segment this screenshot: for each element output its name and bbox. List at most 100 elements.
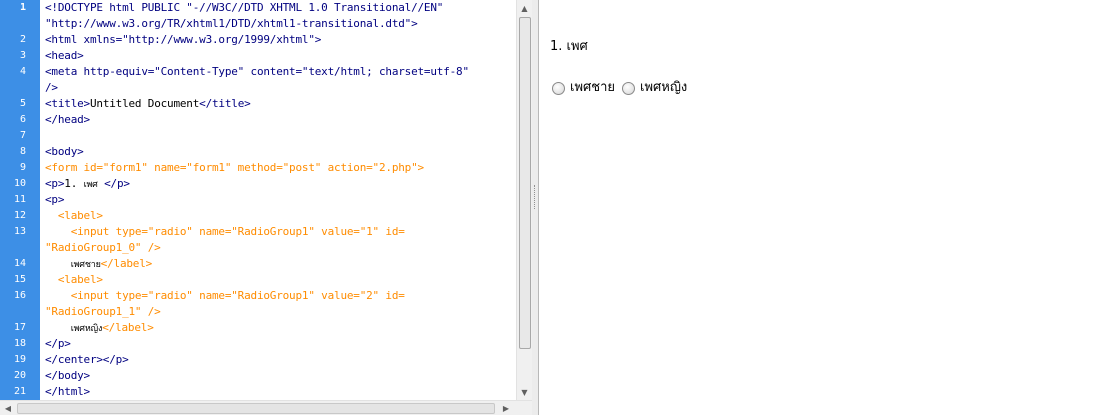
line-number: 10 (13, 178, 26, 189)
code-token: <label> (45, 209, 103, 222)
code-token: <head> (45, 49, 84, 62)
code-text: <input type="radio" name="RadioGroup1" v… (45, 288, 405, 304)
code-text: </p> (45, 336, 71, 352)
code-token: เพศ (83, 180, 98, 190)
line-number: 19 (13, 354, 26, 365)
code-token: <!DOCTYPE html PUBLIC "-//W3C//DTD XHTML… (45, 1, 444, 14)
code-line[interactable]: 6 </head> (0, 112, 516, 128)
code-token: <p> (45, 193, 65, 206)
code-token: </center></p> (45, 353, 129, 366)
code-line[interactable]: 11 <p> (0, 192, 516, 208)
code-line[interactable]: "RadioGroup1_0" /> (0, 240, 516, 256)
code-line[interactable]: 16 <input type="radio" name="RadioGroup1… (0, 288, 516, 304)
code-line[interactable]: 1 <!DOCTYPE html PUBLIC "-//W3C//DTD XHTM… (0, 0, 516, 16)
code-token: <label> (45, 273, 103, 286)
code-token: <html xmlns="http://www.w3.org/1999/xhtm… (45, 33, 322, 46)
arrow-down-icon[interactable]: ▼ (517, 384, 532, 400)
line-number: 5 (19, 98, 26, 109)
code-line[interactable]: 9 <form id="form1" name="form1" method="p… (0, 160, 516, 176)
code-text: <body> (45, 144, 84, 160)
code-token: "RadioGroup1_1" /> (45, 305, 161, 318)
line-number: 14 (13, 258, 26, 269)
code-line[interactable]: 21 </html> (0, 384, 516, 400)
code-view[interactable]: 1 <!DOCTYPE html PUBLIC "-//W3C//DTD XHTM… (0, 0, 532, 415)
radio-group: เพศชาย เพศหญิง (552, 79, 694, 97)
code-token: <title> (45, 97, 90, 110)
code-text: เพศชาย</label> (45, 256, 153, 273)
code-line[interactable]: 14 เพศชาย</label> (0, 256, 516, 272)
code-text: <p>1. เพศ </p> (45, 176, 130, 193)
code-line[interactable]: 10 <p>1. เพศ </p> (0, 176, 516, 192)
code-token: </head> (45, 113, 90, 126)
code-text: <form id="form1" name="form1" method="po… (45, 160, 424, 176)
code-line[interactable]: 12 <label> (0, 208, 516, 224)
code-token: </body> (45, 369, 90, 382)
code-line[interactable]: /> (0, 80, 516, 96)
line-number: 7 (19, 130, 26, 141)
splitter-grip[interactable] (534, 185, 537, 209)
code-line[interactable]: 8 <body> (0, 144, 516, 160)
horizontal-scroll-thumb[interactable] (17, 403, 495, 414)
code-text: </html> (45, 384, 90, 400)
code-line[interactable]: 19 </center></p> (0, 352, 516, 368)
line-number: 3 (19, 50, 26, 61)
code-line[interactable]: 2 <html xmlns="http://www.w3.org/1999/xht… (0, 32, 516, 48)
code-token: เพศชาย (70, 260, 101, 270)
code-text: "http://www.w3.org/TR/xhtml1/DTD/xhtml1-… (45, 16, 418, 32)
line-number: 9 (19, 162, 26, 173)
code-token: </title> (199, 97, 251, 110)
arrow-right-icon[interactable]: ▶ (498, 401, 514, 415)
radio-female[interactable] (622, 81, 636, 95)
line-number: 8 (19, 146, 26, 157)
line-number: 11 (13, 194, 26, 205)
line-number: 16 (13, 290, 26, 301)
code-token: </label> (100, 257, 153, 270)
code-token: <form id="form1" name="form1" method="po… (45, 161, 424, 174)
pane-splitter[interactable] (532, 0, 539, 415)
question-title: 1. เพศ (550, 39, 588, 54)
line-number: 21 (13, 386, 26, 397)
arrow-up-icon[interactable]: ▲ (517, 0, 532, 16)
code-text: </body> (45, 368, 90, 384)
code-line[interactable]: 3 <head> (0, 48, 516, 64)
code-text: <!DOCTYPE html PUBLIC "-//W3C//DTD XHTML… (45, 0, 443, 16)
code-token: </p> (45, 337, 71, 350)
code-line[interactable]: 18 </p> (0, 336, 516, 352)
vertical-scroll-thumb[interactable] (519, 17, 531, 349)
code-line[interactable]: 5 <title>Untitled Document</title> (0, 96, 516, 112)
code-line[interactable]: 15 <label> (0, 272, 516, 288)
code-token: </label> (102, 321, 154, 334)
code-line[interactable]: 4 <meta http-equiv="Content-Type" content… (0, 64, 516, 80)
line-number: 4 (19, 66, 26, 77)
code-token: <p> (45, 177, 65, 190)
line-number: 12 (13, 210, 26, 221)
code-token: "http://www.w3.org/TR/xhtml1/DTD/xhtml1-… (45, 17, 418, 30)
code-token: </p> (97, 177, 130, 190)
code-token: <input type="radio" name="RadioGroup1" v… (45, 289, 405, 302)
code-text: <label> (45, 272, 103, 288)
code-text: <label> (45, 208, 103, 224)
code-line[interactable]: 20 </body> (0, 368, 516, 384)
code-token: <body> (45, 145, 84, 158)
code-token: /> (45, 81, 58, 94)
code-token: Untitled Document (89, 97, 200, 110)
radio-male-label[interactable]: เพศชาย (570, 79, 615, 97)
horizontal-scrollbar[interactable]: ◀ ▶ (0, 400, 532, 415)
radio-female-label[interactable]: เพศหญิง (640, 79, 687, 97)
line-number: 15 (13, 274, 26, 285)
vertical-scrollbar[interactable]: ▲ ▼ (516, 0, 532, 400)
code-token: เพศหญิง (70, 324, 103, 334)
code-line[interactable]: 7 (0, 128, 516, 144)
design-view: 1. เพศ เพศชาย เพศหญิง (540, 0, 1095, 415)
code-text: <meta http-equiv="Content-Type" content=… (45, 64, 469, 80)
code-token: <meta http-equiv="Content-Type" content=… (45, 65, 469, 78)
code-line[interactable]: 17 เพศหญิง</label> (0, 320, 516, 336)
radio-male[interactable] (552, 81, 565, 95)
code-line[interactable]: "RadioGroup1_1" /> (0, 304, 516, 320)
code-line[interactable]: 13 <input type="radio" name="RadioGroup1… (0, 224, 516, 240)
code-text: <head> (45, 48, 84, 64)
arrow-left-icon[interactable]: ◀ (0, 401, 16, 415)
code-line[interactable]: "http://www.w3.org/TR/xhtml1/DTD/xhtml1-… (0, 16, 516, 32)
